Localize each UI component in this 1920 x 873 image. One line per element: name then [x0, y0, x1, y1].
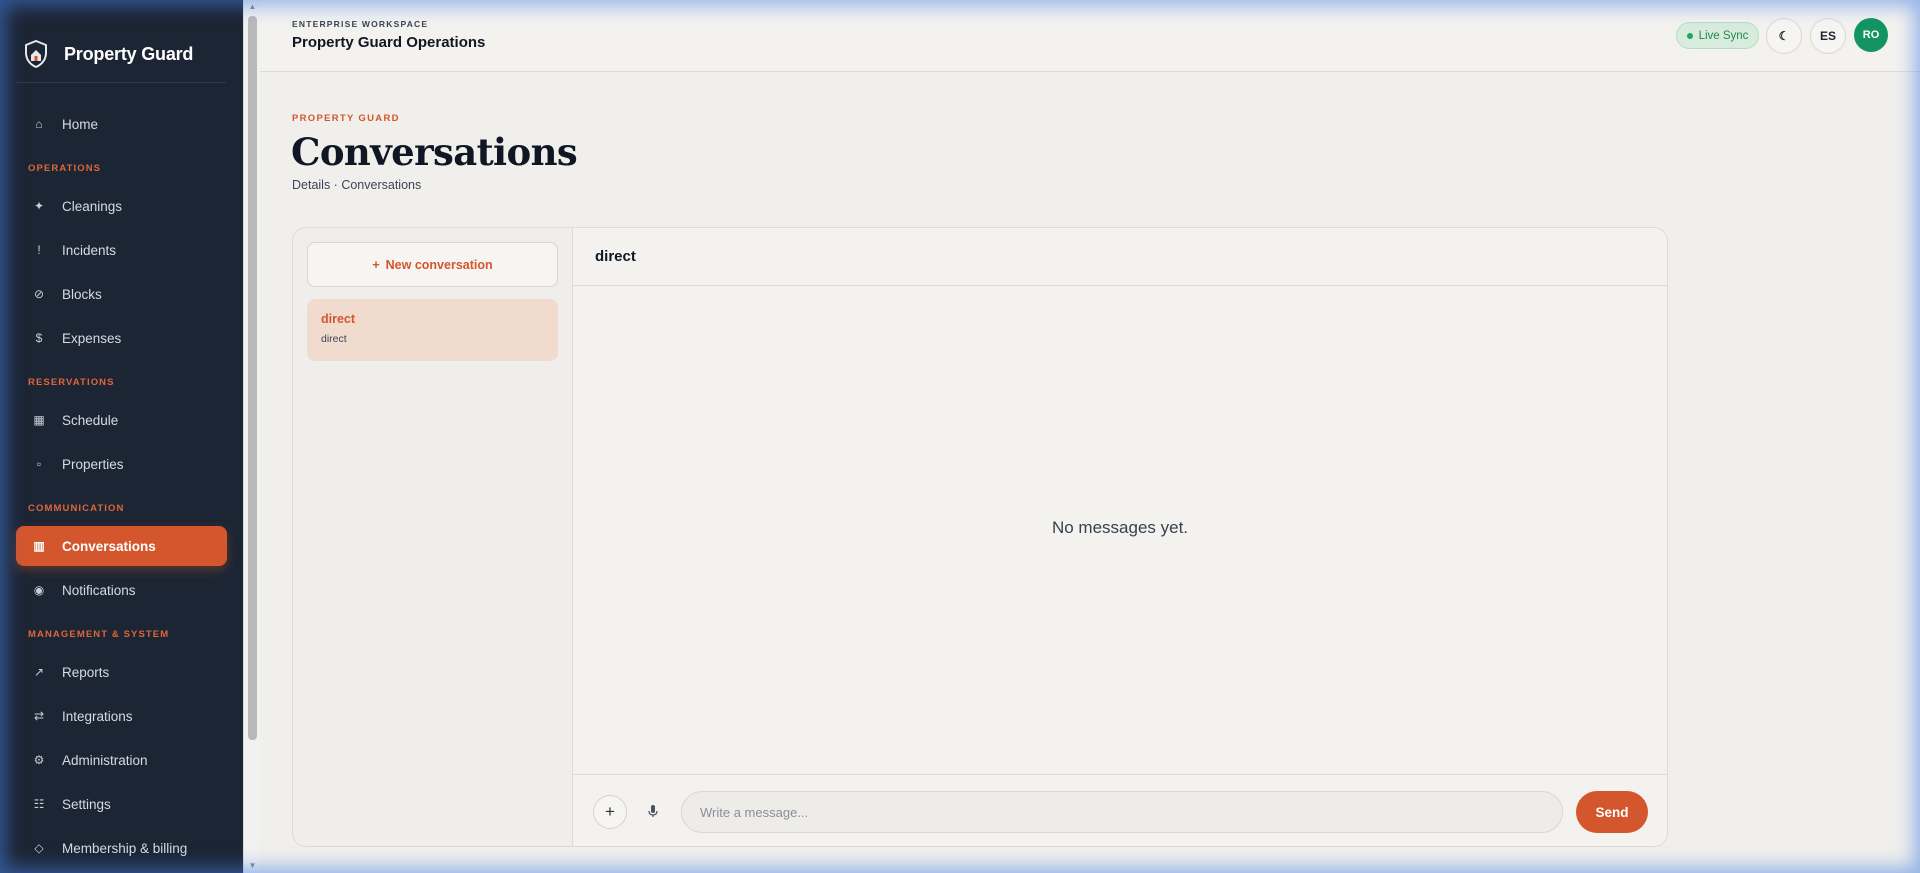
scroll-down-arrow-icon[interactable]: ▼: [244, 859, 261, 873]
top-bar: ENTERPRISE WORKSPACE Property Guard Oper…: [260, 0, 1920, 72]
sidebar-item-cleanings[interactable]: ✦ Cleanings: [16, 186, 227, 226]
shield-house-logo-icon: [25, 40, 47, 68]
home-icon: ⌂: [35, 117, 43, 131]
message-input[interactable]: [681, 791, 1563, 833]
sidebar-item-label: Conversations: [62, 538, 156, 554]
sidebar-item-properties[interactable]: ▫ Properties: [16, 444, 227, 484]
sidebar-item-label: Blocks: [62, 286, 102, 302]
moon-icon: ☾: [1778, 29, 1790, 43]
sidebar-item-label: Incidents: [62, 242, 117, 258]
send-button[interactable]: Send: [1576, 791, 1648, 833]
live-sync-badge: Live Sync: [1676, 22, 1759, 49]
sidebar-section-heading: RESERVATIONS: [28, 377, 115, 388]
conversation-subtitle: direct: [321, 333, 347, 345]
sidebar-item-label: Settings: [62, 796, 111, 812]
thread-title: direct: [573, 228, 1667, 286]
sidebar-item-label: Notifications: [62, 582, 136, 598]
language-button[interactable]: ES: [1810, 18, 1846, 54]
sidebar-item-schedule[interactable]: ▦ Schedule: [16, 400, 227, 440]
sidebar-section-heading: MANAGEMENT & SYSTEM: [28, 629, 170, 640]
sidebar-item-label: Integrations: [62, 708, 133, 724]
page-kicker: PROPERTY GUARD: [292, 113, 400, 124]
sidebar-item-label: Administration: [62, 752, 148, 768]
incidents-icon: !: [37, 243, 41, 257]
schedule-icon: ▦: [33, 413, 45, 427]
settings-icon: ☷: [33, 797, 45, 811]
plus-icon: +: [605, 802, 615, 821]
sidebar-item-membership-billing[interactable]: ◇ Membership & billing: [16, 828, 227, 868]
sidebar-item-label: Reports: [62, 664, 110, 680]
message-thread: direct No messages yet. + Send: [573, 228, 1667, 846]
administration-icon: ⚙: [33, 753, 45, 767]
scroll-thumb[interactable]: [248, 16, 257, 740]
sidebar: Property Guard ⌂ Home OPERATIONS ✦ Cleanings…: [0, 0, 243, 873]
page-title: Conversations: [291, 130, 578, 174]
conversation-list-item[interactable]: direct direct: [307, 299, 558, 361]
sidebar-item-notifications[interactable]: ◉ Notifications: [16, 570, 227, 610]
sidebar-scrollbar[interactable]: ▲ ▼: [243, 0, 260, 873]
workspace-title: Property Guard Operations: [292, 34, 486, 51]
conversation-title: direct: [321, 312, 356, 326]
microphone-button[interactable]: [645, 801, 661, 821]
sidebar-item-home[interactable]: ⌂ Home: [16, 104, 227, 144]
sidebar-item-incidents[interactable]: ! Incidents: [16, 230, 227, 270]
brand[interactable]: Property Guard: [0, 0, 243, 82]
workspace-kicker: ENTERPRISE WORKSPACE: [292, 19, 429, 29]
membership-billing-icon: ◇: [34, 841, 44, 855]
sidebar-item-settings[interactable]: ☷ Settings: [16, 784, 227, 824]
breadcrumb: Details · Conversations: [292, 178, 422, 192]
blocks-icon: ⊘: [33, 287, 45, 301]
message-composer: + Send: [573, 774, 1667, 846]
new-conversation-label: New conversation: [385, 257, 493, 272]
sidebar-section-heading: COMMUNICATION: [28, 503, 125, 514]
theme-toggle-button[interactable]: ☾: [1766, 18, 1802, 54]
reports-icon: ↗: [33, 665, 45, 679]
scroll-up-arrow-icon[interactable]: ▲: [244, 0, 261, 14]
conversation-list: + New conversation direct direct: [293, 228, 573, 846]
brand-name: Property Guard: [64, 43, 194, 64]
properties-icon: ▫: [36, 457, 42, 471]
plus-icon: +: [372, 257, 380, 272]
sidebar-item-conversations[interactable]: ▥ Conversations: [16, 526, 227, 566]
avatar[interactable]: RO: [1854, 18, 1888, 52]
empty-state-text: No messages yet.: [1051, 518, 1189, 537]
integrations-icon: ⇄: [33, 709, 45, 723]
live-sync-label: Live Sync: [1698, 29, 1749, 42]
sidebar-item-administration[interactable]: ⚙ Administration: [16, 740, 227, 780]
sidebar-item-label: Expenses: [62, 330, 122, 346]
sidebar-item-blocks[interactable]: ⊘ Blocks: [16, 274, 227, 314]
conversations-panel: + New conversation direct direct direct …: [292, 227, 1668, 847]
sidebar-item-expenses[interactable]: $ Expenses: [16, 318, 227, 358]
sidebar-nav: ⌂ Home OPERATIONS ✦ Cleanings! Incidents ⊘ Bloc…: [0, 104, 243, 872]
sidebar-item-label: Properties: [62, 456, 124, 472]
microphone-icon: [648, 805, 658, 817]
sidebar-item-label: Home: [62, 116, 99, 132]
conversations-icon: ▥: [33, 539, 45, 553]
sidebar-item-label: Cleanings: [62, 198, 123, 214]
live-dot-icon: [1686, 32, 1693, 39]
sidebar-section-heading: OPERATIONS: [28, 163, 102, 174]
cleanings-icon: ✦: [33, 199, 45, 213]
sidebar-item-label: Membership & billing: [62, 840, 188, 856]
sidebar-divider: [16, 82, 226, 83]
sidebar-item-integrations[interactable]: ⇄ Integrations: [16, 696, 227, 736]
notifications-icon: ◉: [33, 583, 45, 597]
expenses-icon: $: [35, 331, 43, 345]
attach-button[interactable]: +: [593, 795, 627, 829]
sidebar-item-label: Schedule: [62, 412, 119, 428]
new-conversation-button[interactable]: + New conversation: [307, 242, 558, 287]
sidebar-item-reports[interactable]: ↗ Reports: [16, 652, 227, 692]
